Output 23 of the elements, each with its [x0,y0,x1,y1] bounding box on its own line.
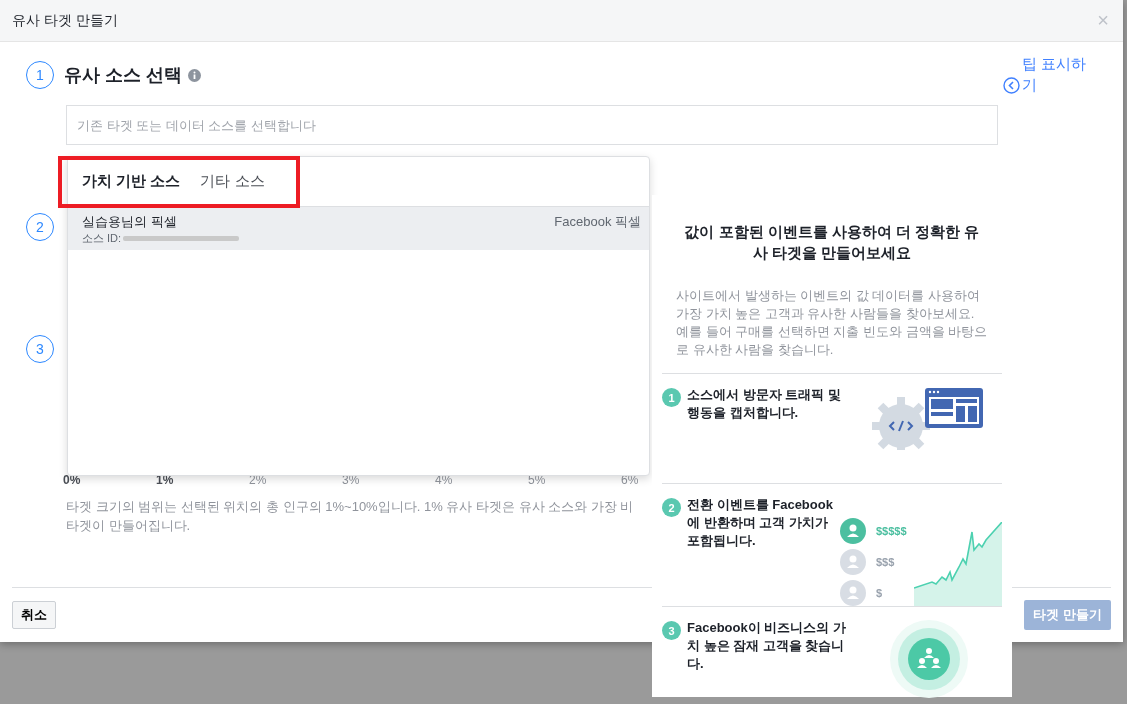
info-icon[interactable] [188,68,201,82]
dialog-title: 유사 타겟 만들기 [12,11,118,30]
step-badge: 3 [662,621,681,640]
source-field[interactable]: 기존 타겟 또는 데이터 소스를 선택합니다 [66,105,998,145]
scale-label: 0% [63,473,82,487]
tip-step-text: Facebook이 비즈니스의 가치 높은 잠재 고객을 찾습니다. [687,619,847,673]
tip-description: 사이트에서 발생하는 이벤트의 값 데이터를 사용하여 가장 가치 높은 고객과 유사한 사람들을 찾아보세요. 예를 들어 구매를 선택하면 지출 빈도와 금액을 바탕으로 유사한 사람을 찾습니다. [676,287,989,359]
value-tier-label: $$$$$ [876,525,908,537]
tip-step-text: 전환 이벤트를 Facebook에 반환하며 고객 가치가 포함됩니다. [687,496,834,550]
tip-step-text: 소스에서 방문자 트래픽 및 행동을 캡처합니다. [687,386,842,422]
value-tier-label: $ [876,587,884,599]
size-note: 타겟이 만들어집니다. [66,517,191,535]
source-tab[interactable]: 가치 기반 소스 [76,168,187,195]
size-note: 타겟 크기의 범위는 선택된 위치의 총 인구의 1%~10%입니다. 1% 유사 타겟은 유사 소스와 가장 비 [66,498,634,516]
value-tier-label: $$$ [876,556,896,568]
show-tips-link[interactable]: 팁 표시하기 [1003,53,1090,95]
tip-title: 값이 포함된 이벤트를 사용하여 더 정확한 유사 타겟을 만들어보세요 [683,222,981,263]
source-item[interactable]: 실습용님의 픽셀 Facebook 픽셀 소스 ID: [68,207,649,250]
cancel-button[interactable]: 취소 [12,601,56,629]
step-badge: 1 [662,388,681,407]
source-tab[interactable]: 기타 소스 [194,168,271,195]
section-title: 유사 소스 선택 [64,64,182,87]
step-badge: 2 [662,498,681,517]
